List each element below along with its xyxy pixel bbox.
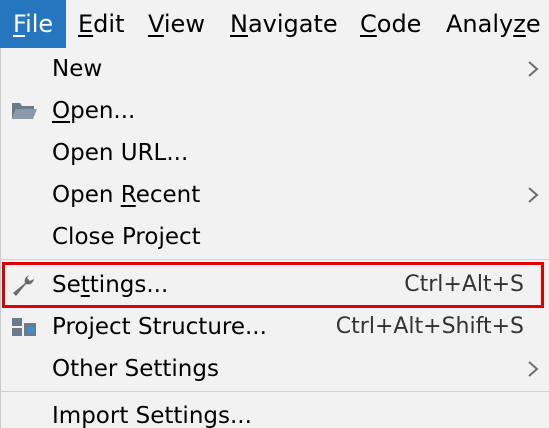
shortcut-text: Ctrl+Alt+Shift+S xyxy=(335,314,524,339)
mnemonic: E xyxy=(78,10,94,38)
menu-item-label: Open... xyxy=(52,98,136,124)
menu-edit-label: dit xyxy=(93,10,125,38)
chevron-right-icon xyxy=(528,61,539,77)
wrench-icon xyxy=(13,275,34,296)
menu-item-open[interactable]: Open... xyxy=(1,90,549,132)
menu-analyze-label-rest: e xyxy=(525,10,541,38)
menu-item-import-settings[interactable]: Import Settings... xyxy=(1,395,549,428)
menu-item-open-url[interactable]: Open URL... xyxy=(1,132,549,174)
menu-item-label: Project Structure... xyxy=(52,314,267,340)
mnemonic: R xyxy=(120,182,136,208)
menu-item-label: Open URL... xyxy=(52,140,189,166)
mnemonic: z xyxy=(513,10,526,38)
ide-window: File Edit View Navigate Code Analyze New xyxy=(0,0,549,428)
menu-item-settings[interactable]: Settings... Ctrl+Alt+S xyxy=(1,264,549,306)
menu-item-project-structure[interactable]: Project Structure... Ctrl+Alt+Shift+S xyxy=(1,306,549,348)
menu-item-label: Other Settings xyxy=(52,356,219,382)
chevron-right-icon xyxy=(528,361,539,377)
shortcut-text: Ctrl+Alt+S xyxy=(404,272,524,297)
mnemonic: N xyxy=(230,10,248,38)
menu-edit[interactable]: Edit xyxy=(78,0,124,48)
project-structure-icon xyxy=(12,318,36,336)
menu-item-label: Close Project xyxy=(52,224,201,250)
menu-navigate[interactable]: Navigate xyxy=(230,0,338,48)
mnemonic: V xyxy=(148,10,164,38)
mnemonic: F xyxy=(13,10,26,38)
menu-navigate-label: avigate xyxy=(247,10,338,38)
menu-item-label: New xyxy=(52,56,103,82)
menu-item-label: Open Recent xyxy=(52,182,201,208)
menu-item-new[interactable]: New xyxy=(1,48,549,90)
menu-item-close-project[interactable]: Close Project xyxy=(1,216,549,258)
menu-view-label: iew xyxy=(163,10,205,38)
menu-item-label: Import Settings... xyxy=(52,403,252,428)
chevron-right-icon xyxy=(528,187,539,203)
menu-file-label: ile xyxy=(25,10,54,38)
menu-bar: File Edit View Navigate Code Analyze xyxy=(0,0,549,48)
menu-separator xyxy=(1,391,549,392)
menu-analyze[interactable]: Analyze xyxy=(446,0,541,48)
menu-separator xyxy=(1,259,549,260)
folder-open-icon xyxy=(12,103,37,119)
menu-analyze-label-pre: Analy xyxy=(446,10,514,38)
menu-item-open-recent[interactable]: Open Recent xyxy=(1,174,549,216)
menu-item-label: Settings... xyxy=(52,272,169,298)
mnemonic: t xyxy=(80,272,90,298)
menu-item-other-settings[interactable]: Other Settings xyxy=(1,348,549,390)
menu-view[interactable]: View xyxy=(148,0,205,48)
mnemonic: C xyxy=(360,10,377,38)
menu-code-label: ode xyxy=(376,10,422,38)
menu-code[interactable]: Code xyxy=(360,0,421,48)
file-dropdown-menu: New Open... Open URL... Open Recent Clos… xyxy=(0,48,549,428)
mnemonic: O xyxy=(52,98,71,124)
menu-file[interactable]: File xyxy=(0,0,66,48)
